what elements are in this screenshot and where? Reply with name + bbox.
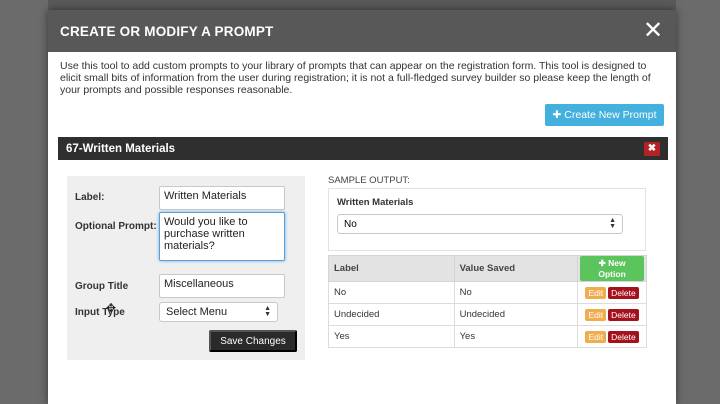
prompt-section-title: 67-Written Materials: [66, 142, 176, 155]
plus-icon: ✚: [552, 109, 562, 121]
modal-header: CREATE OR MODIFY A PROMPT ✕: [48, 10, 676, 52]
sample-output-heading: SAMPLE OUTPUT:: [328, 175, 410, 186]
table-row: Yes Yes Edit Delete: [328, 325, 647, 348]
select-arrows-icon: ▲ ▼: [609, 217, 616, 230]
row-actions: Edit Delete: [577, 281, 647, 304]
delete-button[interactable]: Delete: [608, 330, 639, 343]
prompt-form: Label: Written Materials Optional Prompt…: [67, 176, 305, 360]
input-type-value: Select Menu: [166, 306, 228, 318]
row-label: No: [328, 281, 455, 304]
optional-prompt-label: Optional Prompt:: [75, 221, 157, 232]
new-option-button[interactable]: ✚ New Option: [580, 256, 644, 281]
group-title-label: Group Title: [75, 281, 129, 292]
remove-prompt-icon[interactable]: ✖: [644, 141, 660, 156]
sample-select[interactable]: No ▲ ▼: [337, 214, 623, 234]
options-table-header: Label Value Saved ✚ New Option: [328, 255, 647, 282]
row-label: Undecided: [328, 303, 455, 326]
select-arrows-icon: ▲ ▼: [264, 305, 271, 318]
create-row: ✚ Create New Prompt: [48, 96, 676, 136]
label-field-label: Label:: [75, 192, 105, 203]
row-value: Undecided: [453, 303, 579, 326]
label-input[interactable]: Written Materials: [159, 186, 285, 210]
edit-button[interactable]: Edit: [585, 308, 607, 321]
intro-text: Use this tool to add custom prompts to y…: [60, 60, 651, 96]
row-value: No: [453, 281, 579, 304]
sample-question: Written Materials: [337, 197, 414, 208]
delete-button[interactable]: Delete: [608, 286, 639, 299]
new-option-cell: ✚ New Option: [577, 255, 647, 282]
sample-output-panel: Written Materials No ▲ ▼: [328, 188, 646, 251]
plus-icon: ✚: [598, 258, 606, 268]
save-changes-button[interactable]: Save Changes: [209, 330, 297, 352]
row-actions: Edit Delete: [577, 303, 647, 326]
edit-button[interactable]: Edit: [585, 286, 607, 299]
column-header-label: Label: [328, 255, 455, 282]
sample-selected-value: No: [344, 218, 357, 230]
table-row: No No Edit Delete: [328, 281, 647, 304]
prompt-section-bar: 67-Written Materials ✖: [58, 137, 668, 160]
background-right-strip: [676, 0, 720, 404]
row-label: Yes: [328, 325, 455, 348]
background-left-strip: [0, 0, 48, 404]
input-type-label: Input Type: [75, 307, 125, 318]
modal-title: CREATE OR MODIFY A PROMPT: [60, 23, 274, 39]
delete-button[interactable]: Delete: [608, 308, 639, 321]
table-row: Undecided Undecided Edit Delete: [328, 303, 647, 326]
row-value: Yes: [453, 325, 579, 348]
row-actions: Edit Delete: [577, 325, 647, 348]
options-table: Label Value Saved ✚ New Option No No Edi…: [328, 255, 647, 348]
edit-button[interactable]: Edit: [585, 330, 607, 343]
optional-prompt-textarea[interactable]: Would you like to purchase written mater…: [159, 212, 285, 261]
column-header-value-saved: Value Saved: [453, 255, 579, 282]
group-title-input[interactable]: Miscellaneous: [159, 274, 285, 298]
input-type-select[interactable]: Select Menu ▲ ▼: [159, 302, 278, 322]
move-cursor-icon: ✥: [106, 301, 117, 315]
create-new-prompt-button[interactable]: ✚ Create New Prompt: [545, 104, 664, 126]
close-icon[interactable]: ✕: [642, 19, 664, 43]
create-new-prompt-label: Create New Prompt: [564, 109, 657, 121]
